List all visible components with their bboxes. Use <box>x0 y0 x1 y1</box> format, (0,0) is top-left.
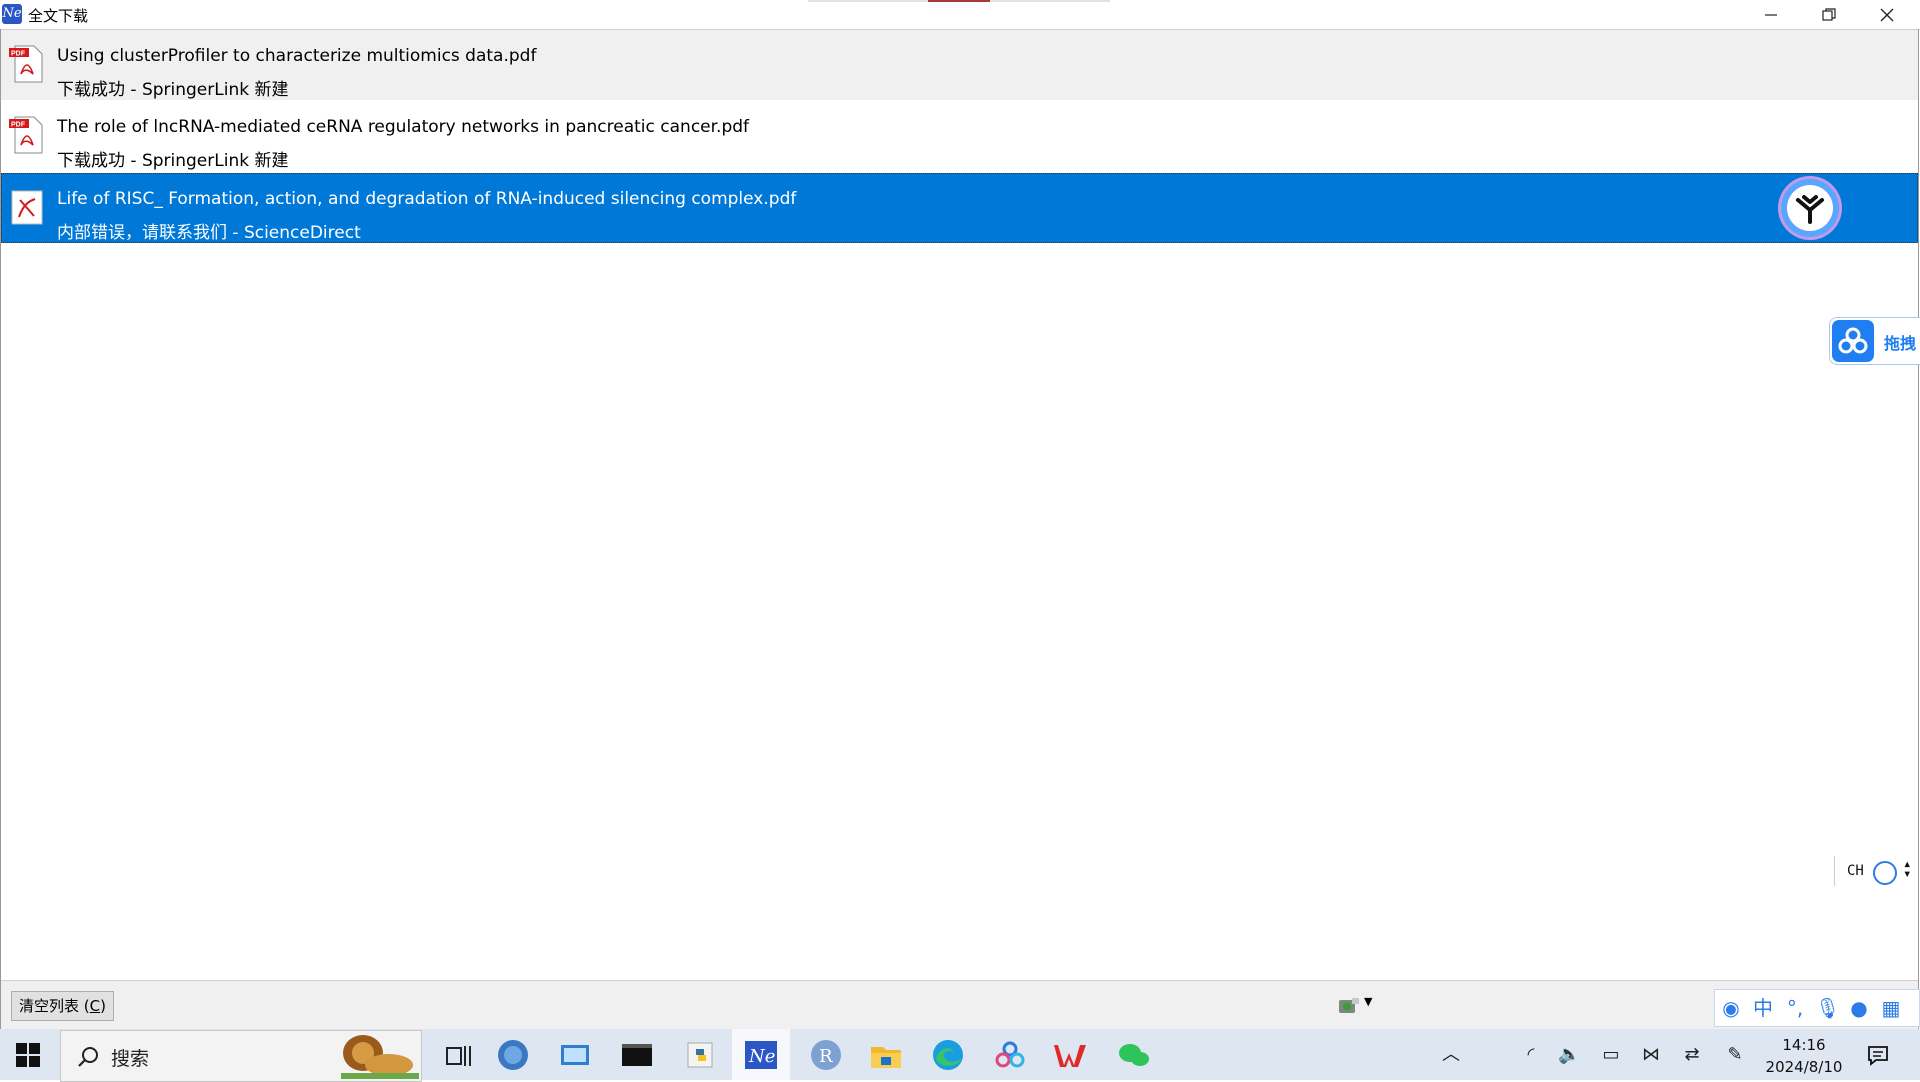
settings-icon[interactable] <box>1338 997 1360 1015</box>
sync-icon[interactable]: ⇄ <box>1681 1044 1703 1066</box>
settings-dropdown-icon[interactable]: ▼ <box>1364 995 1372 1008</box>
clear-list-label: 清空列表 ( <box>19 997 90 1015</box>
volume-icon[interactable]: 🔈 <box>1558 1044 1580 1066</box>
status-bar: 清空列表 (C) ▼ ◉ 中 °, 🎙 ● ▦ <box>1 980 1920 1029</box>
download-item[interactable]: PDF The role of lncRNA-mediated ceRNA re… <box>1 101 1918 171</box>
ime-chinese-mode[interactable]: 中 <box>1751 996 1775 1020</box>
close-button[interactable] <box>1858 0 1916 29</box>
svg-text:Ne: Ne <box>748 1046 775 1067</box>
title-decoration-accent <box>928 0 990 2</box>
wps-office-icon[interactable] <box>1052 1035 1092 1075</box>
wifi-icon[interactable]: ◜ <box>1520 1044 1542 1066</box>
tray-app-icon[interactable]: ⋈ <box>1640 1044 1662 1066</box>
network-browser-icon[interactable] <box>493 1035 533 1075</box>
wechat-icon[interactable] <box>1114 1035 1154 1075</box>
download-item[interactable]: PDF Using clusterProfiler to characteriz… <box>1 30 1918 100</box>
python-icon[interactable] <box>680 1035 720 1075</box>
pdf-error-icon <box>11 190 43 225</box>
app-icon: Ne <box>2 4 22 24</box>
pdf-icon: PDF <box>9 116 43 154</box>
ime-language-label: CH <box>1847 863 1864 879</box>
control-panel-icon[interactable] <box>555 1035 595 1075</box>
system-clock[interactable]: 14:16 2024/8/10 <box>1764 1034 1844 1078</box>
clock-date: 2024/8/10 <box>1765 1058 1843 1076</box>
assistant-logo-icon <box>1787 185 1833 231</box>
r-project-icon[interactable]: R <box>806 1035 846 1075</box>
restore-icon <box>1822 8 1836 21</box>
search-highlight-lion-icon <box>341 1035 419 1079</box>
download-status: 下载成功 - SpringerLink 新建 <box>57 151 289 171</box>
terminal-icon[interactable] <box>617 1035 657 1075</box>
download-filename: The role of lncRNA-mediated ceRNA regula… <box>57 117 750 137</box>
windows-start-icon[interactable] <box>16 1043 40 1067</box>
iflytek-icon <box>1873 861 1897 885</box>
battery-icon[interactable]: ▭ <box>1600 1044 1622 1066</box>
user-icon[interactable]: ● <box>1847 996 1871 1020</box>
notification-center-icon[interactable] <box>1867 1044 1889 1066</box>
clear-list-label-tail: ) <box>100 997 106 1015</box>
search-placeholder: 搜索 <box>111 1048 150 1070</box>
iflytek-logo-icon[interactable]: ◉ <box>1719 996 1743 1020</box>
minimize-icon <box>1765 14 1777 16</box>
download-item-selected[interactable]: Life of RISC_ Formation, action, and deg… <box>1 173 1918 243</box>
pdf-icon: PDF <box>9 45 43 83</box>
clear-list-button[interactable]: 清空列表 (C) <box>11 991 114 1021</box>
close-icon <box>1880 8 1894 22</box>
clock-time: 14:16 <box>1782 1036 1826 1054</box>
edge-browser-icon[interactable] <box>928 1035 968 1075</box>
ime-toggle-arrows-icon[interactable]: ▴ ▾ <box>1903 857 1911 881</box>
svg-text:PDF: PDF <box>11 51 26 58</box>
restore-button[interactable] <box>1800 0 1858 29</box>
task-view-icon[interactable] <box>438 1035 478 1075</box>
baidu-netdisk-drag-tab[interactable]: 拖拽 <box>1829 317 1920 365</box>
pen-icon[interactable]: ✎ <box>1724 1044 1746 1066</box>
microphone-icon[interactable]: 🎙 <box>1815 996 1840 1020</box>
file-explorer-icon[interactable] <box>866 1035 906 1075</box>
baidu-drag-label: 拖拽 <box>1884 334 1917 353</box>
search-icon <box>78 1047 98 1067</box>
ime-punctuation-icon[interactable]: °, <box>1783 996 1807 1020</box>
title-bar: Ne 全文下载 <box>0 0 1920 30</box>
clear-list-shortcut: C <box>89 997 101 1015</box>
download-filename: Life of RISC_ Formation, action, and deg… <box>57 189 797 209</box>
baidu-netdisk-taskbar-icon[interactable] <box>990 1035 1030 1075</box>
ime-floating-indicator[interactable]: CH ▴ ▾ <box>1834 856 1920 886</box>
window-title: 全文下载 <box>28 7 89 25</box>
assistant-avatar-button[interactable] <box>1781 179 1839 237</box>
baidu-netdisk-icon <box>1832 320 1874 362</box>
download-status: 下载成功 - SpringerLink 新建 <box>57 80 289 100</box>
show-hidden-icons-chevron-icon[interactable]: ︿ <box>1440 1044 1462 1066</box>
taskbar-search-box[interactable]: 搜索 <box>60 1030 422 1082</box>
minimize-button[interactable] <box>1742 0 1800 29</box>
ime-toolbar: ◉ 中 °, 🎙 ● ▦ <box>1714 989 1920 1027</box>
svg-text:R: R <box>819 1046 833 1067</box>
download-filename: Using clusterProfiler to characterize mu… <box>57 46 537 66</box>
taskbar: 搜索 Ne R ︿ ◜ 🔈 ▭ ⋈ ⇄ ✎ 14:16 2024/8/10 <box>0 1029 1920 1082</box>
grid-menu-icon[interactable]: ▦ <box>1879 996 1903 1020</box>
svg-text:PDF: PDF <box>11 122 26 129</box>
noteexpress-icon[interactable]: Ne <box>741 1035 781 1075</box>
download-status: 内部错误，请联系我们 - ScienceDirect <box>57 223 361 243</box>
